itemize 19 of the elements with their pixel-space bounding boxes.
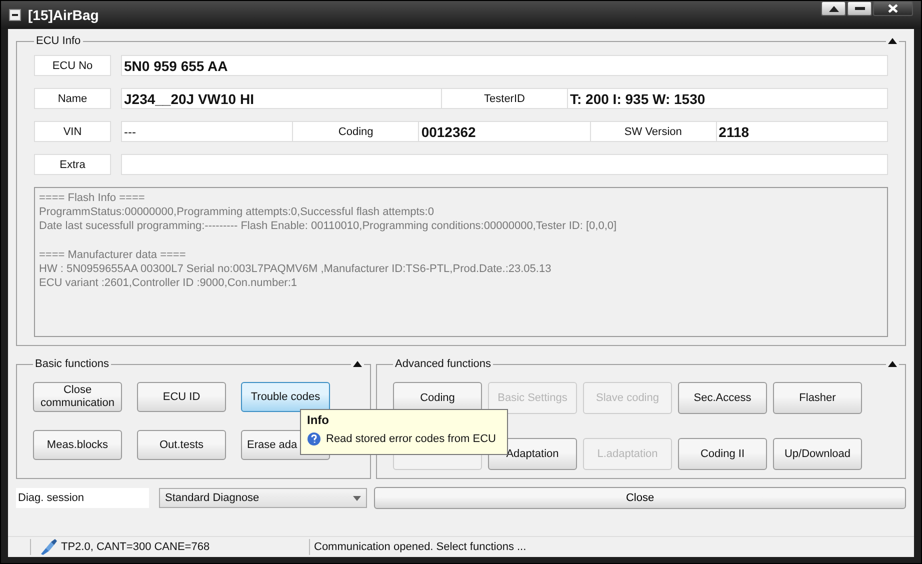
- log-line: ==== Manufacturer data ====: [39, 248, 187, 262]
- group-title: ECU Info: [35, 35, 82, 47]
- log-line: ECU variant :2601,Controller ID :9000,Con.number:1: [39, 276, 298, 290]
- status-message: Communication opened. Select functions ...: [313, 541, 526, 553]
- window-title: [15]AirBag: [28, 7, 99, 23]
- log-line: ==== Flash Info ====: [39, 191, 146, 206]
- log-line: HW : 5N0959655AA 00300L7 Serial no:003L7PAQMV6M ,Manufacturer ID:TS6-PTL,Prod.Date.:23.05.13: [39, 262, 552, 276]
- connection-status: TP2.0, CANT=300 CANE=768: [61, 541, 210, 553]
- log-line: ProgrammStatus:00000000,Programming attempts:0,Successful flash attempts:0: [39, 205, 435, 220]
- field-label: VIN: [34, 121, 111, 142]
- log-line: Date last sucessfull programming:--------- Flash Enable: 00110010,Programming conditions:00000000,Tester ID: [0,0,0]: [39, 219, 618, 234]
- field-label: Extra: [34, 154, 111, 175]
- field-label: ECU No: [34, 55, 111, 76]
- value-field: 5N0 959 655 AA: [122, 56, 887, 75]
- diag-session-label: Diag. session: [16, 488, 149, 508]
- group-title: Advanced functions: [394, 358, 492, 370]
- group-title: Basic functions: [34, 358, 110, 370]
- field-label: Name: [34, 88, 111, 109]
- tooltip-title: Info: [307, 413, 330, 427]
